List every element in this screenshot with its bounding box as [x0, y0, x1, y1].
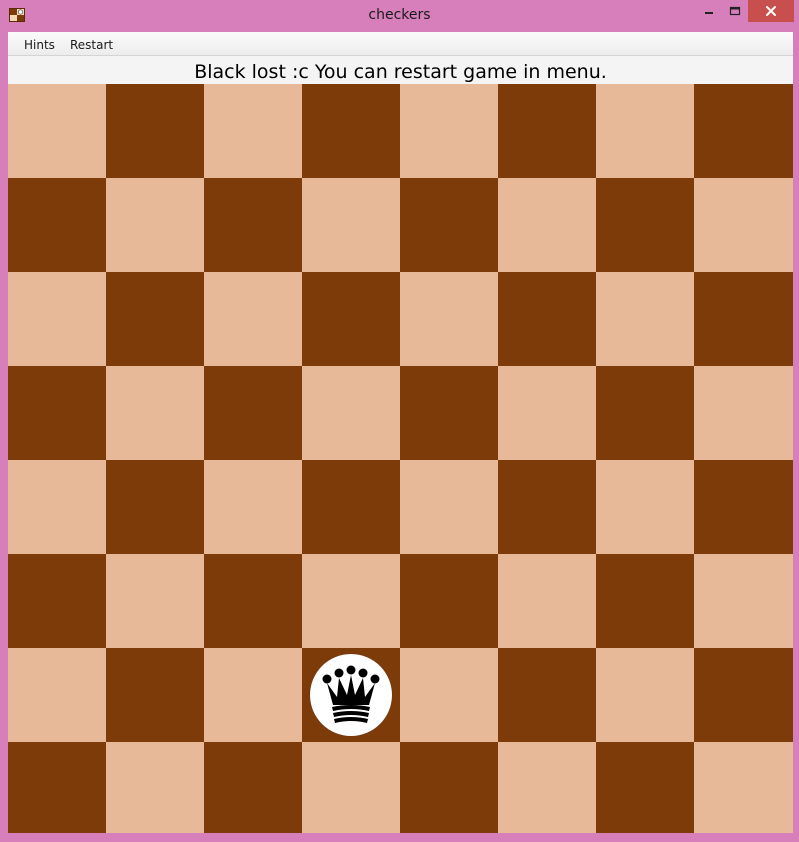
game-status-message: Black lost :c You can restart game in me… — [8, 56, 793, 84]
menu-item-restart[interactable]: Restart — [70, 38, 113, 52]
board-square-r2-c6[interactable] — [596, 272, 694, 366]
board-square-r2-c1[interactable] — [106, 272, 204, 366]
menu-bar: Hints Restart — [8, 32, 793, 56]
board-square-r7-c5[interactable] — [498, 742, 596, 833]
board-square-r1-c2[interactable] — [204, 178, 302, 272]
board-square-r4-c6[interactable] — [596, 460, 694, 554]
board-square-r1-c6[interactable] — [596, 178, 694, 272]
board-square-r1-c3[interactable] — [302, 178, 400, 272]
board-square-r6-c5[interactable] — [498, 648, 596, 742]
board-square-r6-c2[interactable] — [204, 648, 302, 742]
board-square-r2-c0[interactable] — [8, 272, 106, 366]
board-square-r3-c2[interactable] — [204, 366, 302, 460]
board-square-r5-c2[interactable] — [204, 554, 302, 648]
close-button[interactable] — [748, 0, 794, 22]
maximize-icon — [729, 6, 741, 16]
board-square-r0-c3[interactable] — [302, 84, 400, 178]
window-bottom-border — [0, 833, 799, 842]
board-square-r7-c3[interactable] — [302, 742, 400, 833]
minimize-icon — [705, 12, 713, 14]
board-square-r4-c3[interactable] — [302, 460, 400, 554]
board-square-r2-c7[interactable] — [694, 272, 793, 366]
white-king-piece[interactable] — [310, 654, 392, 736]
board-square-r2-c2[interactable] — [204, 272, 302, 366]
board-square-r4-c0[interactable] — [8, 460, 106, 554]
crown-icon — [322, 665, 380, 723]
board-square-r6-c4[interactable] — [400, 648, 498, 742]
board-square-r1-c4[interactable] — [400, 178, 498, 272]
board-square-r5-c1[interactable] — [106, 554, 204, 648]
board-square-r4-c4[interactable] — [400, 460, 498, 554]
board-square-r3-c1[interactable] — [106, 366, 204, 460]
app-window: checkers Hints Restart Black lost :c You… — [0, 0, 799, 842]
board-square-r1-c7[interactable] — [694, 178, 793, 272]
window-title: checkers — [368, 7, 431, 23]
board-square-r5-c3[interactable] — [302, 554, 400, 648]
board-square-r0-c5[interactable] — [498, 84, 596, 178]
board-square-r3-c4[interactable] — [400, 366, 498, 460]
board-square-r0-c7[interactable] — [694, 84, 793, 178]
board-square-r3-c3[interactable] — [302, 366, 400, 460]
close-icon — [766, 6, 776, 16]
title-bar[interactable]: checkers — [0, 0, 799, 32]
board-square-r5-c4[interactable] — [400, 554, 498, 648]
board-square-r0-c1[interactable] — [106, 84, 204, 178]
maximize-button[interactable] — [722, 0, 748, 22]
board-square-r2-c3[interactable] — [302, 272, 400, 366]
board-square-r3-c0[interactable] — [8, 366, 106, 460]
board-square-r0-c6[interactable] — [596, 84, 694, 178]
board-square-r7-c0[interactable] — [8, 742, 106, 833]
board-square-r0-c2[interactable] — [204, 84, 302, 178]
board-square-r4-c5[interactable] — [498, 460, 596, 554]
menu-item-hints[interactable]: Hints — [24, 38, 55, 52]
board-square-r5-c0[interactable] — [8, 554, 106, 648]
board-square-r3-c7[interactable] — [694, 366, 793, 460]
board-square-r1-c1[interactable] — [106, 178, 204, 272]
board-square-r0-c4[interactable] — [400, 84, 498, 178]
board-square-r2-c4[interactable] — [400, 272, 498, 366]
board-square-r6-c7[interactable] — [694, 648, 793, 742]
board-square-r7-c4[interactable] — [400, 742, 498, 833]
minimize-button[interactable] — [696, 0, 722, 22]
board-square-r2-c5[interactable] — [498, 272, 596, 366]
board-square-r4-c7[interactable] — [694, 460, 793, 554]
board-square-r5-c5[interactable] — [498, 554, 596, 648]
board-square-r7-c6[interactable] — [596, 742, 694, 833]
board-square-r5-c6[interactable] — [596, 554, 694, 648]
checkers-board[interactable] — [8, 84, 793, 833]
board-square-r7-c2[interactable] — [204, 742, 302, 833]
board-square-r4-c1[interactable] — [106, 460, 204, 554]
board-square-r7-c1[interactable] — [106, 742, 204, 833]
board-square-r3-c6[interactable] — [596, 366, 694, 460]
board-square-r3-c5[interactable] — [498, 366, 596, 460]
board-square-r7-c7[interactable] — [694, 742, 793, 833]
board-square-r6-c0[interactable] — [8, 648, 106, 742]
board-square-r6-c1[interactable] — [106, 648, 204, 742]
board-square-r6-c6[interactable] — [596, 648, 694, 742]
board-square-r5-c7[interactable] — [694, 554, 793, 648]
board-square-r1-c5[interactable] — [498, 178, 596, 272]
board-square-r0-c0[interactable] — [8, 84, 106, 178]
board-square-r4-c2[interactable] — [204, 460, 302, 554]
board-square-r1-c0[interactable] — [8, 178, 106, 272]
